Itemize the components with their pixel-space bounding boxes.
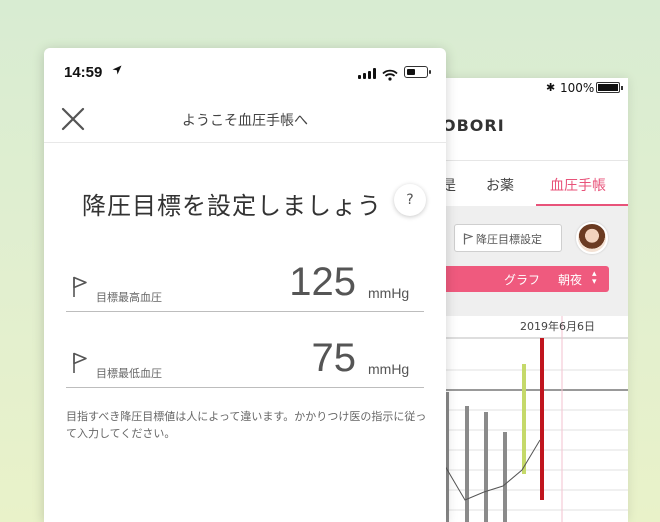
- battery-icon: [404, 66, 431, 78]
- target-diastolic-label: 目標最低血圧: [96, 367, 162, 380]
- wifi-icon: [382, 66, 398, 85]
- status-time: 14:59: [64, 64, 103, 81]
- chart-date: 2019年6月6日: [520, 320, 595, 333]
- battery-percent: 100%: [560, 81, 595, 95]
- chart-bar: [522, 364, 526, 474]
- signal-icon: [358, 68, 378, 79]
- modal-title: ようこそ血圧手帳へ: [182, 113, 308, 129]
- location-arrow-icon: [112, 64, 122, 78]
- target-diastolic-input[interactable]: 75: [312, 336, 357, 381]
- target-diastolic-row[interactable]: 目標最低血圧 75 mmHg: [66, 336, 424, 388]
- guidance-note: 目指すべき降圧目標値は人によって違います。かかりつけ医の指示に従って入力してくだ…: [66, 410, 427, 440]
- status-bar: 14:59: [44, 48, 446, 96]
- target-diastolic-unit: mmHg: [368, 361, 410, 377]
- tab-bp-notebook[interactable]: 血圧手帳: [550, 175, 606, 195]
- graph-label: グラフ: [504, 273, 541, 287]
- flag-icon: [463, 233, 474, 245]
- battery-icon: [596, 82, 623, 93]
- help-button[interactable]: ?: [394, 184, 426, 216]
- chevron-updown-icon: ▴ ▾: [592, 269, 597, 287]
- page-headline: 降圧目標を設定しましょう: [82, 192, 382, 220]
- tab-medicine[interactable]: お薬: [486, 175, 514, 195]
- mode-label: 朝夜: [558, 273, 583, 287]
- goal-setting-button[interactable]: 降圧目標設定: [454, 224, 562, 252]
- flag-icon: [73, 276, 87, 297]
- app-brand: OBORI: [442, 116, 505, 135]
- goal-setting-label: 降圧目標設定: [476, 233, 542, 246]
- chart-bar: [484, 412, 488, 522]
- flag-icon: [73, 352, 87, 373]
- chart-bar: [503, 432, 507, 522]
- target-systolic-row[interactable]: 目標最高血圧 125 mmHg: [66, 260, 424, 312]
- modal-nav-bar: ようこそ血圧手帳へ: [44, 96, 446, 143]
- avatar[interactable]: [576, 222, 608, 254]
- bluetooth-icon: ✱: [546, 81, 556, 94]
- chart-bar: [465, 406, 469, 522]
- target-systolic-label: 目標最高血圧: [96, 291, 162, 304]
- chart-bar: [540, 338, 544, 500]
- welcome-modal: 14:59 ようこそ血圧手帳へ 降圧目標を設定しましょう ? 目標最高血圧 12…: [44, 48, 446, 522]
- target-systolic-unit: mmHg: [368, 285, 410, 301]
- target-systolic-input[interactable]: 125: [289, 260, 356, 305]
